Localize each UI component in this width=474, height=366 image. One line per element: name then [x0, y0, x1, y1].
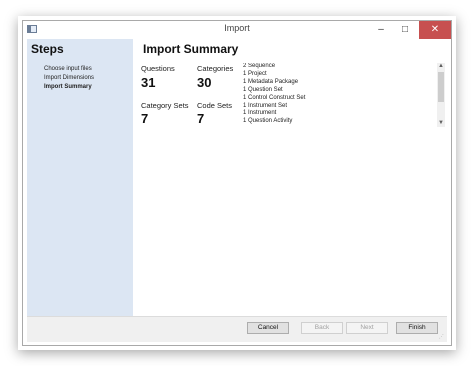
code-sets-label: Code Sets [197, 101, 233, 110]
category-sets-label: Category Sets [141, 101, 189, 110]
finish-button[interactable]: Finish [396, 322, 438, 334]
scroll-up-icon[interactable]: ▲ [437, 63, 445, 70]
step-import-dimensions[interactable]: Import Dimensions [44, 75, 94, 81]
wizard-content: Steps Choose input files Import Dimensio… [27, 39, 447, 316]
summary-line: 2 Sequence [243, 63, 276, 69]
questions-label: Questions [141, 64, 175, 73]
back-button[interactable]: Back [301, 322, 343, 334]
summary-scrollbar[interactable]: ▲ ▼ [437, 63, 445, 127]
import-window: Import – □ ✕ Steps Choose input files Im… [22, 20, 452, 346]
title-bar[interactable]: Import – □ ✕ [23, 21, 451, 39]
scroll-down-icon[interactable]: ▼ [437, 120, 445, 127]
categories-count: 30 [197, 75, 212, 90]
steps-heading: Steps [31, 42, 64, 56]
step-import-summary[interactable]: Import Summary [44, 84, 92, 90]
categories-label: Categories [197, 64, 234, 73]
summary-panel: Import Summary Questions 31 Categories 3… [133, 39, 447, 316]
page-title: Import Summary [143, 42, 239, 56]
resize-grip-icon[interactable]: ⋰ [439, 334, 445, 340]
summary-line: 1 Instrument Set [243, 102, 288, 109]
code-sets-count: 7 [197, 111, 205, 126]
summary-line: 1 Question Set [243, 86, 283, 93]
scroll-thumb[interactable] [438, 72, 444, 102]
summary-list[interactable]: 2 Sequence 1 Project 1 Metadata Package … [243, 63, 443, 127]
summary-line: 1 Metadata Package [243, 78, 299, 85]
summary-line: 1 Instrument [243, 110, 277, 117]
steps-sidebar: Steps Choose input files Import Dimensio… [27, 39, 133, 316]
step-choose-input-files[interactable]: Choose input files [44, 66, 92, 72]
close-button[interactable]: ✕ [419, 21, 451, 39]
summary-line: 1 Control Construct Set [243, 94, 306, 101]
next-button[interactable]: Next [346, 322, 388, 334]
minimize-button[interactable]: – [369, 21, 393, 39]
cancel-button[interactable]: Cancel [247, 322, 289, 334]
category-sets-count: 7 [141, 111, 149, 126]
summary-line: 1 Question Activity [243, 118, 293, 125]
summary-line: 1 Project [243, 70, 267, 77]
questions-count: 31 [141, 75, 156, 90]
maximize-button[interactable]: □ [393, 21, 417, 39]
button-bar: Cancel Back Next Finish ⋰ [27, 316, 447, 342]
